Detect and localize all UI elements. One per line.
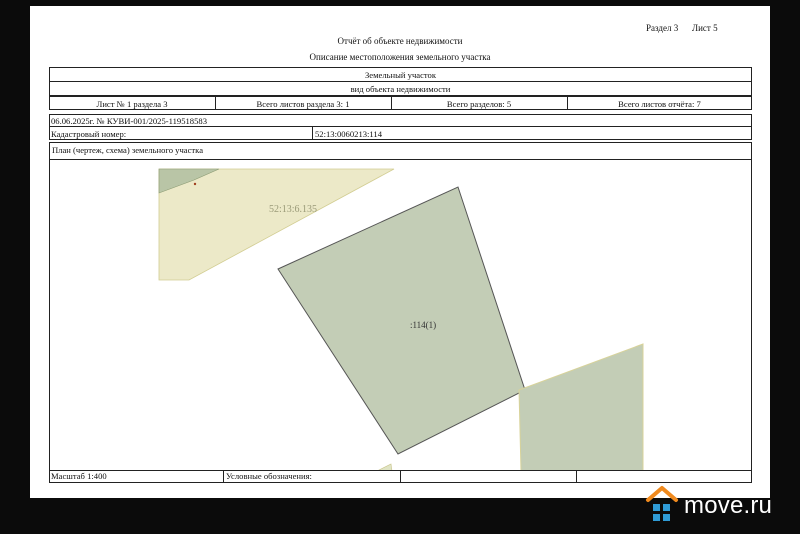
legend-label: Условные обозначения: [226,471,312,481]
report-subtitle: Описание местоположения земельного участ… [309,52,491,62]
cadastral-map: 52:13:6.135 :114(1) [49,160,751,471]
section-label: Раздел 3 [646,23,679,33]
plan-label: План (чертеж, схема) земельного участка [52,145,204,155]
sheet-no: Лист № 1 раздела 3 [96,99,168,109]
boundary-point [193,182,197,186]
total-sheets-section: Всего листов раздела 3: 1 [256,99,350,109]
cadastral-label: Кадастровый номер: [51,129,127,139]
brand-watermark[interactable]: move.ru [645,484,795,524]
cadastral-value: 52:13:0060213:114 [315,129,382,139]
parcel-polygon [277,186,526,455]
parcel-label: :114(1) [410,320,436,330]
map-svg: 52:13:6.135 :114(1) [158,168,644,471]
house-icon [646,486,678,521]
brand-name: move.ru [684,492,773,519]
report-title: Отчёт об объекте недвижимости [337,36,463,46]
doc-ref: 06.06.2025г. № КУВИ-001/2025-119518583 [51,116,207,126]
total-sheets-report: Всего листов отчёта: 7 [618,99,701,109]
scale-label: Масштаб 1:400 [51,471,107,481]
object-kind-label: вид объекта недвижимости [350,84,451,94]
neighbor-label: 52:13:6.135 [269,204,317,215]
object-name: Земельный участок [364,70,437,80]
report-sheet: Раздел 3 Лист 5 Отчёт об объекте недвижи… [30,6,770,498]
adjacent-parcel [518,343,644,471]
total-sections: Всего разделов: 5 [446,99,512,109]
sheet-label: Лист 5 [692,23,718,33]
